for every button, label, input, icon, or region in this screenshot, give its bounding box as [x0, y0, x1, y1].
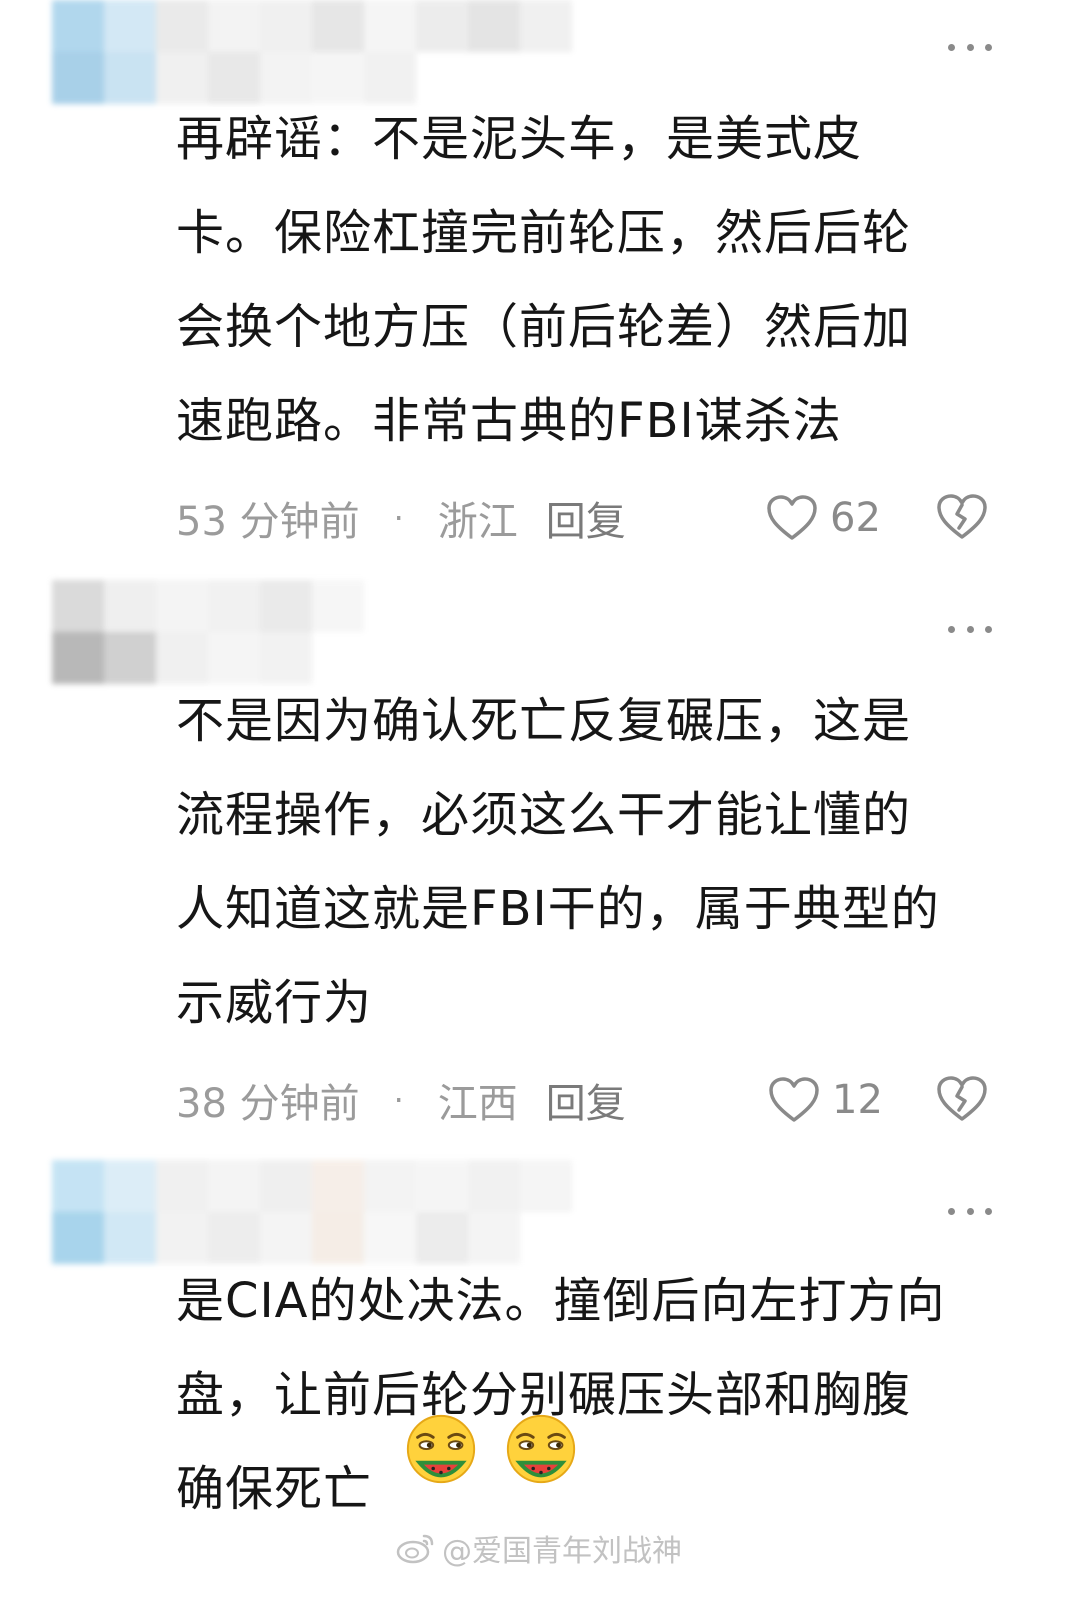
- more-options-button[interactable]: [948, 1201, 992, 1221]
- more-dot: [985, 1207, 992, 1215]
- comment-line: 确保死亡: [176, 1414, 1036, 1536]
- more-dot: [966, 1207, 974, 1215]
- watermark-text: @爱国青年刘战神: [442, 1534, 682, 1569]
- watermelon-smirk-emoji: [407, 1414, 476, 1484]
- comment-line-text: 确保死亡: [176, 1461, 373, 1517]
- comment-item: 是CIA的处决法。撞倒后向左打方向 盘，让前后轮分别碾压头部和胸腹 确保死亡: [0, 0, 1080, 1608]
- weibo-logo-icon: [396, 1534, 434, 1564]
- watermark: @爱国青年刘战神: [396, 1528, 682, 1569]
- more-dots-icon: [948, 1207, 955, 1215]
- comment-line: 盘，让前后轮分别碾压头部和胸腹: [176, 1367, 912, 1423]
- comment-list: 再辟谣：不是泥头车，是美式皮 卡。保险杠撞完前轮压，然后后轮 会换个地方压（前后…: [0, 0, 1080, 1608]
- watermelon-smirk-emoji: [507, 1414, 576, 1484]
- comment-line: 是CIA的处决法。撞倒后向左打方向: [176, 1273, 946, 1329]
- censored-user-header: [52, 1160, 624, 1264]
- comment-text: 是CIA的处决法。撞倒后向左打方向 盘，让前后轮分别碾压头部和胸腹 确保死亡: [176, 1254, 1036, 1536]
